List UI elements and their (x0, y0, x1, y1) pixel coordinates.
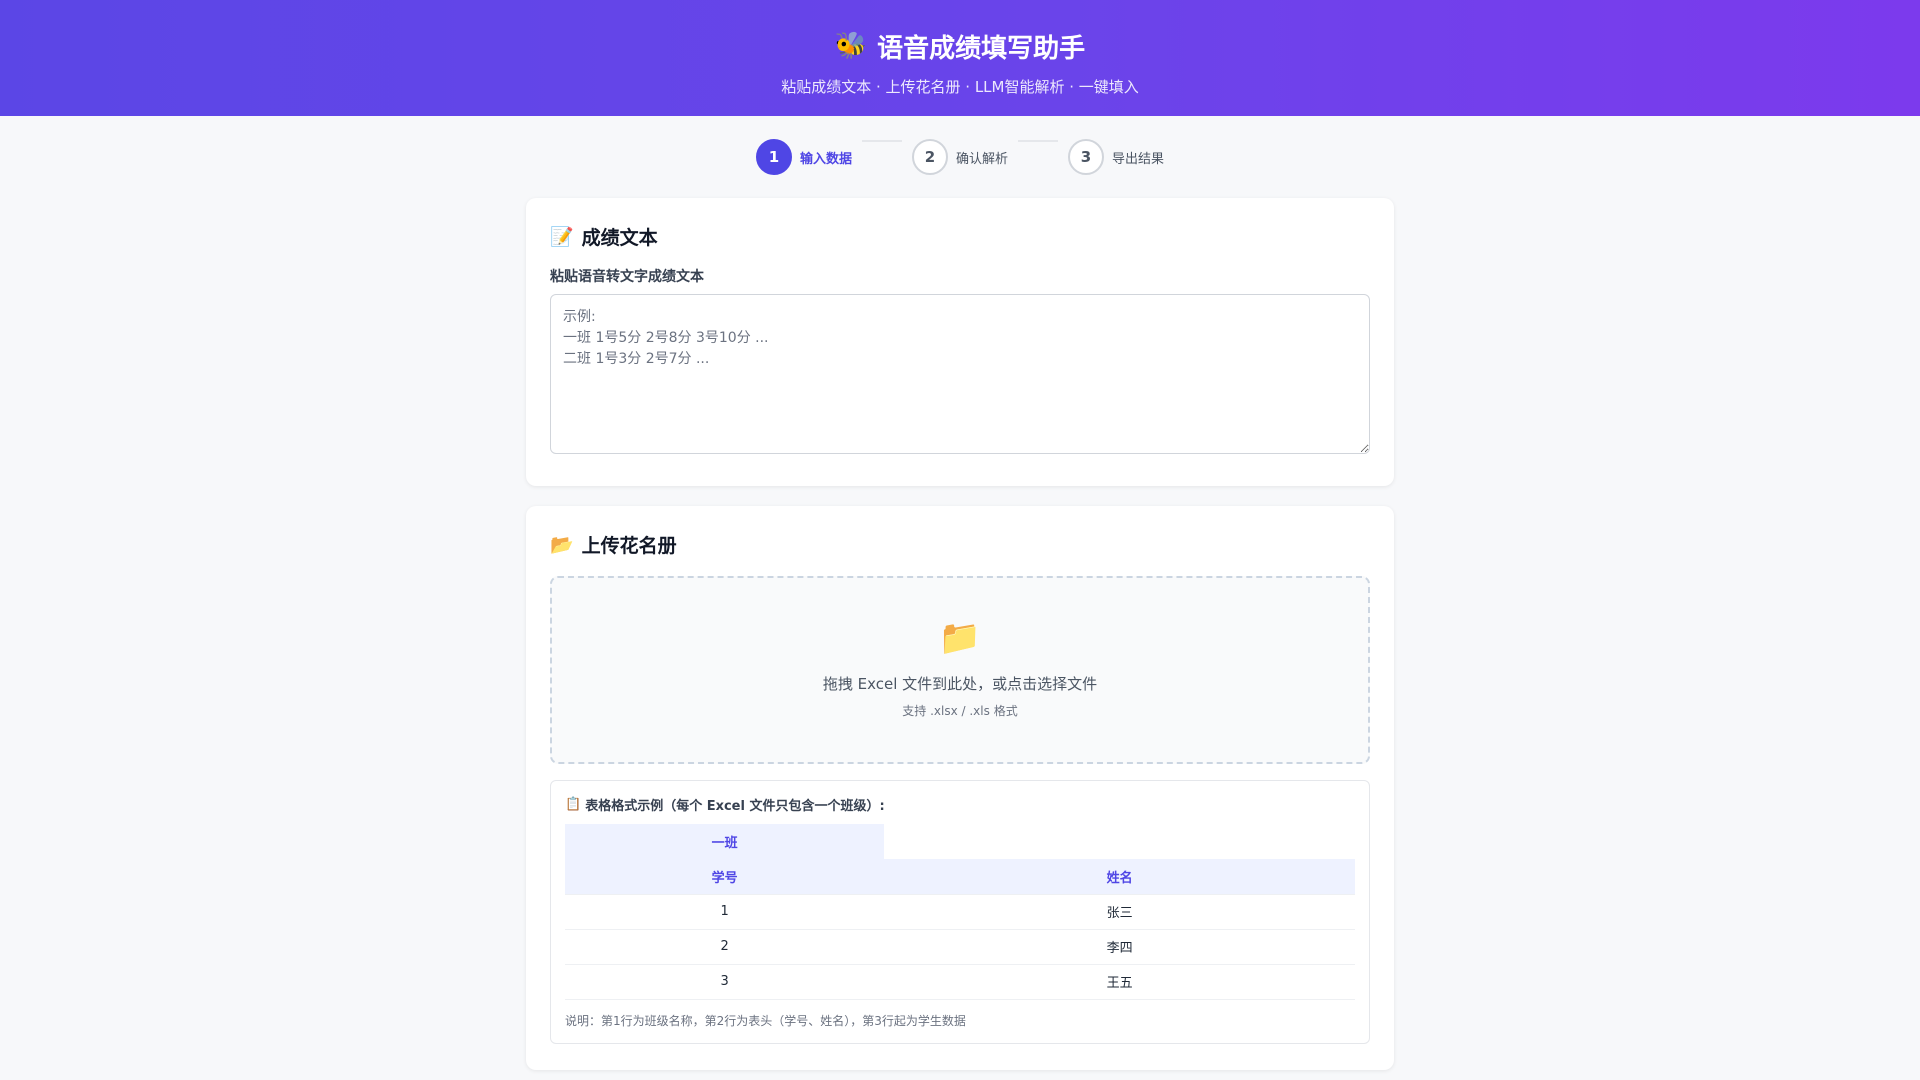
dropzone-main-text: 拖拽 Excel 文件到此处，或点击选择文件 (822, 675, 1098, 693)
score-text-label: 粘贴语音转文字成绩文本 (550, 269, 704, 285)
header-cell-name: 姓名 (884, 859, 1355, 895)
format-example-title-text: 表格格式示例（每个 Excel 文件只包含一个班级）: (585, 799, 885, 814)
score-text-input[interactable] (550, 294, 1370, 454)
memo-icon: 📝 (550, 225, 574, 248)
table-cell-empty (884, 824, 1355, 859)
dropzone-sub-text: 支持 .xlsx / .xls 格式 (902, 704, 1018, 718)
folder-icon: 📁 (938, 618, 982, 658)
roster-upload-card: 📂 上传花名册 📁 拖拽 Excel 文件到此处，或点击选择文件 支持 .xls… (526, 506, 1394, 1070)
format-example-box: 📋 表格格式示例（每个 Excel 文件只包含一个班级）: 一班 学号 姓名 1… (550, 780, 1370, 1044)
header-cell-id: 学号 (565, 859, 885, 895)
app-header: 🐝 语音成绩填写助手 粘贴成绩文本 · 上传花名册 · LLM智能解析 · 一键… (0, 0, 1920, 116)
bee-icon: 🐝 (834, 31, 868, 61)
table-cell: 2 (565, 929, 885, 965)
table-row: 3 王五 (565, 964, 1355, 1000)
table-cell: 张三 (884, 894, 1355, 930)
app-title-row: 🐝 语音成绩填写助手 (0, 28, 1920, 64)
step-connector (861, 140, 902, 142)
clipboard-icon: 📋 (565, 797, 582, 812)
score-card-title: 📝 成绩文本 (550, 222, 1370, 250)
app-subtitle: 粘贴成绩文本 · 上传花名册 · LLM智能解析 · 一键填入 (781, 78, 1139, 96)
step-3-number: 3 (1068, 139, 1104, 175)
roster-card-title-text: 上传花名册 (581, 534, 677, 557)
file-dropzone[interactable]: 📁 拖拽 Excel 文件到此处，或点击选择文件 支持 .xlsx / .xls… (550, 576, 1370, 764)
step-confirm-parse[interactable]: 2 确认解析 (911, 139, 1008, 175)
roster-card-title: 📂 上传花名册 (550, 530, 1370, 558)
step-connector (1018, 140, 1058, 142)
format-note: 说明：第1行为班级名称，第2行为表头（学号、姓名），第3行起为学生数据 (565, 1013, 966, 1028)
step-1-number: 1 (755, 139, 792, 175)
table-cell: 李四 (884, 929, 1355, 965)
step-input-data[interactable]: 1 输入数据 (755, 139, 852, 175)
app-title: 语音成绩填写助手 (877, 33, 1086, 64)
table-cell: 王五 (884, 964, 1355, 1000)
table-row: 1 张三 (565, 894, 1355, 930)
step-3-label: 导出结果 (1112, 151, 1165, 167)
step-1-label: 输入数据 (799, 151, 852, 167)
table-cell: 1 (565, 894, 885, 930)
table-row-header: 学号 姓名 (565, 859, 1355, 895)
score-card-title-text: 成绩文本 (581, 226, 658, 249)
table-cell: 3 (565, 964, 885, 1000)
table-row-class: 一班 (565, 824, 1355, 859)
step-export-result[interactable]: 3 导出结果 (1068, 139, 1164, 175)
stepper: 1 输入数据 2 确认解析 3 导出结果 (0, 138, 1920, 176)
step-2-label: 确认解析 (955, 151, 1008, 167)
format-example-title: 📋 表格格式示例（每个 Excel 文件只包含一个班级）: (565, 795, 1355, 814)
format-example-table: 一班 学号 姓名 1 张三 2 李四 3 王五 (565, 824, 1355, 1000)
open-folder-icon: 📂 (550, 533, 574, 556)
step-2-number: 2 (911, 139, 948, 175)
score-text-card: 📝 成绩文本 粘贴语音转文字成绩文本 (526, 198, 1394, 486)
table-row: 2 李四 (565, 929, 1355, 965)
class-name-cell: 一班 (565, 824, 885, 859)
